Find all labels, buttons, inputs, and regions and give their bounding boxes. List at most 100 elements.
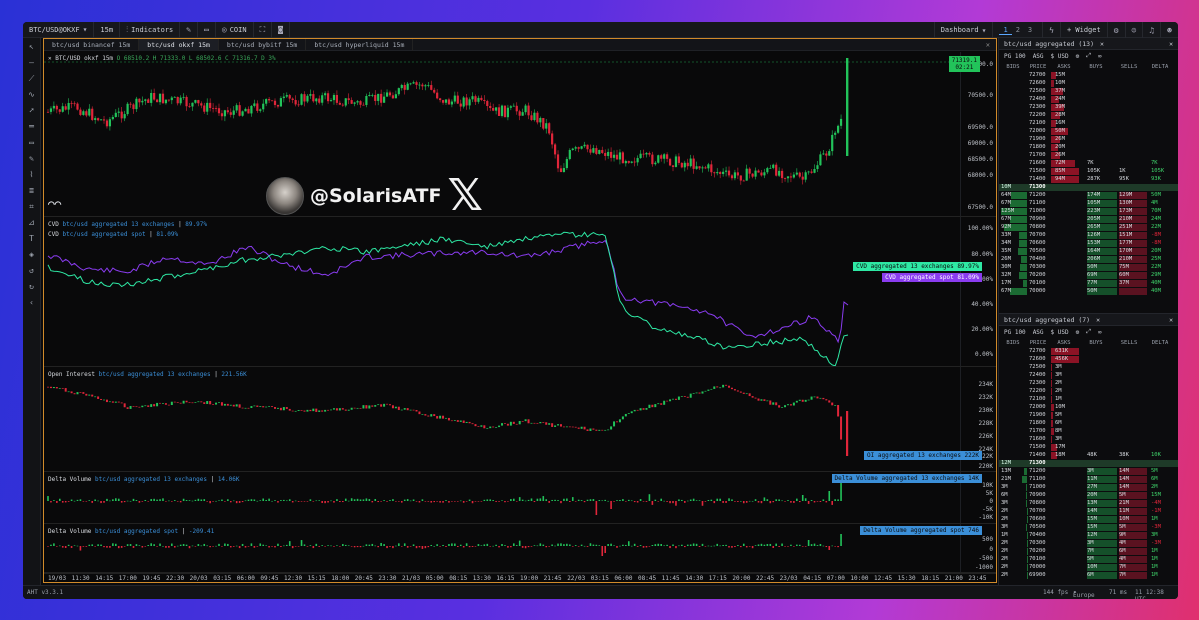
orderbook-row[interactable]: 71900 26M xyxy=(999,136,1178,143)
cursor-icon[interactable]: ↖ xyxy=(29,42,34,52)
brush-icon[interactable]: ✎ xyxy=(29,154,34,164)
orderbook-row[interactable]: 67M 70900 205M 210M 24M xyxy=(999,216,1178,223)
orderbook-row[interactable]: 71700 8M xyxy=(999,428,1178,435)
expand-icon[interactable]: ⤢ xyxy=(1086,52,1091,60)
undo-icon[interactable]: ↺ xyxy=(29,266,34,276)
dashboard-selector[interactable]: Dashboard ▾ xyxy=(933,22,993,38)
orderbook-panel-2[interactable]: btc/usd aggregated (7) ✕ ✕ PG 100 ASG $ USD ⚙… xyxy=(998,313,1178,585)
ai-button[interactable]: ☺ xyxy=(1124,22,1143,38)
orderbook-row[interactable]: 72100 1M xyxy=(999,396,1178,403)
arrow-icon[interactable]: ➚ xyxy=(29,106,34,116)
delta-volume-pane[interactable]: Delta Volume btc/usd aggregated 13 excha… xyxy=(44,472,996,524)
orderbook-row[interactable]: 71400 94M 287K 95K 93K xyxy=(999,176,1178,183)
orderbook-row[interactable]: 2M 69900 6M 7M 1M xyxy=(999,572,1178,579)
orderbook-row[interactable]: 2M 70100 5M 4M 1M xyxy=(999,556,1178,563)
orderbook-row[interactable]: 3M 70800 13M 21M -4M xyxy=(999,500,1178,507)
fib-icon[interactable]: ≣ xyxy=(29,186,34,196)
cvd-scale[interactable]: 100.00% 80.00% 60.00% 40.00% 20.00% 0.00… xyxy=(960,217,996,366)
orderbook-column-header[interactable]: BUYS xyxy=(1079,64,1113,70)
fullscreen-button[interactable]: ⛶ xyxy=(254,22,273,38)
orderbook-row[interactable]: 71700 26M xyxy=(999,152,1178,159)
link-icon[interactable]: ∞ xyxy=(1098,53,1102,60)
chart-area[interactable]: btc/usd binancef 15m btc/usd okxf 15m bt… xyxy=(43,38,997,583)
orderbook-row[interactable]: 71500 85M 105K 1K 105K xyxy=(999,168,1178,175)
orderbook-row[interactable]: 17M 70100 77M 37M 40M xyxy=(999,280,1178,287)
folder-button[interactable]: ▭ xyxy=(198,22,216,38)
delta-volume-spot-pane[interactable]: Delta Volume btc/usd aggregated spot | -… xyxy=(44,524,996,573)
aggregation-toggle[interactable]: ASG xyxy=(1033,329,1044,336)
close-icon[interactable]: ✕ xyxy=(1169,40,1173,48)
open-interest-pane[interactable]: Open Interest btc/usd aggregated 13 exch… xyxy=(44,367,996,472)
symbol-selector[interactable]: BTC/USD@OKXF ▾ xyxy=(23,22,95,38)
orderbook-column-header[interactable]: BIDS xyxy=(999,64,1027,70)
orderbook-row[interactable]: 3M 70500 15M 5M -3M xyxy=(999,524,1178,531)
orderbook-row[interactable]: 21M 71100 11M 14M 6M xyxy=(999,476,1178,483)
orderbook-row[interactable]: 71600 3M xyxy=(999,436,1178,443)
close-icon[interactable]: ✕ xyxy=(48,55,52,62)
orderbook-row[interactable]: 72300 39M xyxy=(999,104,1178,111)
tab-okxf[interactable]: btc/usd okxf 15m xyxy=(139,38,219,51)
draw-button[interactable]: ✎ xyxy=(180,22,199,38)
orderbook-row[interactable]: 72400 3M xyxy=(999,372,1178,379)
orderbook-row[interactable]: 72500 37M xyxy=(999,88,1178,95)
orderbook-column-header[interactable]: ASKS xyxy=(1049,340,1079,346)
price-pane[interactable]: ✕ BTC/USD okxf 15m O 68510.2 H 71333.0 L… xyxy=(44,52,996,217)
horizontal-line-icon[interactable]: — xyxy=(29,58,34,68)
orderbook-column-header[interactable]: PRICE xyxy=(1027,340,1049,346)
orderbook-row[interactable]: 71500 17M xyxy=(999,444,1178,451)
orderbook-row[interactable]: 33M 70700 126M 151M -8M xyxy=(999,232,1178,239)
path-icon[interactable]: ∿ xyxy=(28,90,35,100)
close-icon[interactable]: ✕ xyxy=(1169,316,1173,324)
aggregation-toggle[interactable]: ASG xyxy=(1033,53,1044,60)
tab-binancef[interactable]: btc/usd binancef 15m xyxy=(44,38,140,51)
camera-button[interactable]: ◙ xyxy=(272,22,290,38)
orderbook-panel-1[interactable]: btc/usd aggregated (13) ✕ ✕ PG 100 ASG $ USD… xyxy=(998,38,1178,313)
close-icon[interactable]: ✕ xyxy=(1096,316,1100,324)
orderbook-row[interactable]: 71800 6M xyxy=(999,420,1178,427)
orderbook-row[interactable]: 72000 10M xyxy=(999,404,1178,411)
orderbook-column-header[interactable]: BUYS xyxy=(1079,340,1113,346)
orderbook-row[interactable]: 72000 50M xyxy=(999,128,1178,135)
price-grouping[interactable]: PG 100 xyxy=(1004,329,1026,336)
trend-line-icon[interactable]: ⟋ xyxy=(29,74,35,84)
currency-toggle[interactable]: $ USD xyxy=(1051,329,1069,336)
orderbook-row[interactable]: 125M 71000 223M 173M 70M xyxy=(999,208,1178,215)
orderbook-row[interactable]: 71400 18M 48K 38K 10K xyxy=(999,452,1178,459)
flash-button[interactable]: ϟ xyxy=(1042,22,1060,38)
close-icon[interactable]: ✕ xyxy=(1100,40,1104,48)
orderbook-row[interactable]: 72200 28M xyxy=(999,112,1178,119)
orderbook-row[interactable]: 32M 70200 69M 60M 29M xyxy=(999,272,1178,279)
orderbook-column-header[interactable]: DELTA xyxy=(1145,64,1175,70)
orderbook-row[interactable]: 3M 71000 27M 14M 2M xyxy=(999,484,1178,491)
orderbook-mid-row[interactable]: 12M 71300 xyxy=(999,460,1178,467)
orderbook-column-header[interactable]: BIDS xyxy=(999,340,1027,346)
orderbook-column-header[interactable]: SELLS xyxy=(1113,64,1145,70)
workspace-2[interactable]: 2 xyxy=(1012,26,1024,34)
collapse-icon[interactable]: ‹ xyxy=(29,298,34,308)
orderbook-row[interactable]: 72700 15M xyxy=(999,72,1178,79)
orderbook-column-header[interactable]: PRICE xyxy=(1027,64,1049,70)
orderbook-row[interactable]: 2M 70600 15M 10M 1M xyxy=(999,516,1178,523)
timeframe-selector[interactable]: 15m xyxy=(94,22,121,38)
coin-button[interactable]: ◎ COIN xyxy=(216,22,254,38)
parallel-icon[interactable]: ═ xyxy=(29,122,34,132)
orderbook-row[interactable]: 72500 3M xyxy=(999,364,1178,371)
cvd-pane[interactable]: CVD btc/usd aggregated 13 exchanges | 89… xyxy=(44,217,996,367)
orderbook-row[interactable]: 35M 70500 164M 170M 20M xyxy=(999,248,1178,255)
price-scale[interactable]: 71500.0 70500.0 69500.0 69000.0 68500.0 … xyxy=(960,52,996,216)
tab-hyperliquid[interactable]: btc/usd hyperliquid 15m xyxy=(306,38,414,51)
orderbook-row[interactable]: 72300 2M xyxy=(999,380,1178,387)
link-icon[interactable]: ∞ xyxy=(1098,329,1102,336)
workspace-3[interactable]: 3 xyxy=(1024,26,1036,34)
orderbook-row[interactable]: 6M 70900 20M 5M 15M xyxy=(999,492,1178,499)
ruler-icon[interactable]: ⌗ xyxy=(29,202,34,212)
tab-bybitf[interactable]: btc/usd bybitf 15m xyxy=(219,38,307,51)
orderbook-mid-row[interactable]: 10M 71300 xyxy=(999,184,1178,191)
gear-icon[interactable]: ⚙ xyxy=(1076,329,1080,336)
orderbook-row[interactable]: 72200 2M xyxy=(999,388,1178,395)
orderbook-column-header[interactable]: SELLS xyxy=(1113,340,1145,346)
orderbook-row[interactable]: 2M 70000 10M 7M 1M xyxy=(999,564,1178,571)
orderbook-row[interactable]: 72100 16M xyxy=(999,120,1178,127)
orderbook-column-header[interactable]: DELTA xyxy=(1145,340,1175,346)
orderbook-column-header[interactable]: ASKS xyxy=(1049,64,1079,70)
